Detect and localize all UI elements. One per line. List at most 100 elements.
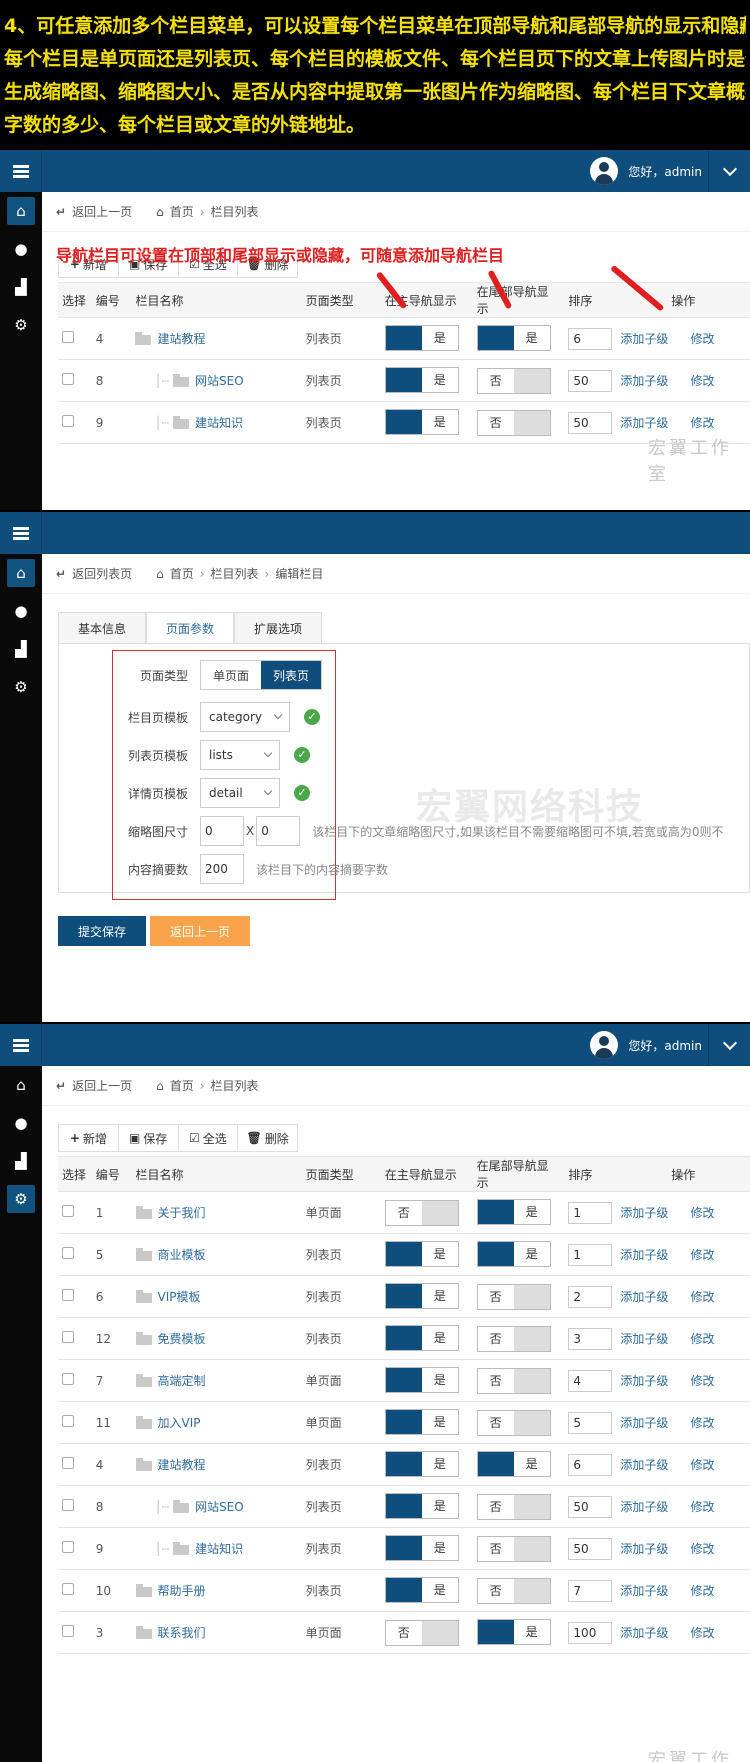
sort-input[interactable]: 50 — [568, 369, 613, 392]
sidebar-item-home[interactable]: ⌂ — [0, 192, 42, 230]
top-nav-switch[interactable]: 是 — [384, 1492, 459, 1519]
submit-button[interactable]: 提交保存 — [58, 916, 146, 946]
top-nav-switch[interactable]: 是 — [384, 1366, 459, 1393]
edit-link[interactable]: 修改 — [690, 1584, 714, 1598]
sidebar-item-home[interactable]: ⌂ — [0, 1066, 42, 1104]
user-menu[interactable]: 您好，admin — [590, 1028, 702, 1062]
bottom-nav-switch[interactable]: 否 — [476, 409, 551, 436]
sidebar-item-settings[interactable]: ⚙ — [0, 668, 42, 706]
row-name[interactable]: 帮助手册 — [158, 1584, 206, 1598]
top-nav-switch[interactable]: 是 — [384, 408, 459, 435]
sort-input[interactable]: 5 — [568, 1411, 613, 1434]
menu-toggle[interactable] — [0, 1024, 42, 1066]
top-nav-switch[interactable]: 是 — [384, 366, 459, 393]
sidebar-item-plugin[interactable]: ▟ — [0, 268, 42, 306]
top-nav-switch[interactable]: 是 — [384, 324, 459, 351]
edit-link[interactable]: 修改 — [690, 1206, 714, 1220]
tab-page-params[interactable]: 页面参数 — [146, 612, 234, 644]
row-checkbox[interactable] — [62, 1541, 74, 1553]
bottom-nav-switch[interactable]: 否 — [476, 1535, 551, 1562]
sidebar-item-settings[interactable]: ⚙ — [0, 1180, 42, 1218]
sidebar-item-plugin[interactable]: ▟ — [0, 1142, 42, 1180]
breadcrumb-list[interactable]: 栏目列表 — [211, 565, 259, 582]
row-name[interactable]: 建站教程 — [158, 1458, 206, 1472]
add-button[interactable]: + 新增 — [59, 1125, 119, 1151]
row-checkbox[interactable] — [62, 1247, 74, 1259]
row-name[interactable]: 免费模板 — [158, 1332, 206, 1346]
add-child-link[interactable]: 添加子级 — [620, 1500, 668, 1514]
sidebar-item-user[interactable]: ● — [0, 1104, 42, 1142]
add-child-link[interactable]: 添加子级 — [620, 332, 668, 346]
top-nav-switch[interactable]: 是 — [384, 1534, 459, 1561]
row-checkbox[interactable] — [62, 373, 74, 385]
row-name[interactable]: 联系我们 — [158, 1626, 206, 1640]
row-name[interactable]: 建站教程 — [157, 332, 205, 346]
tab-extended-options[interactable]: 扩展选项 — [234, 612, 322, 644]
edit-link[interactable]: 修改 — [690, 1416, 714, 1430]
top-nav-switch[interactable]: 是 — [384, 1576, 459, 1603]
sort-input[interactable]: 2 — [568, 1285, 613, 1308]
bottom-nav-switch[interactable]: 否 — [476, 1493, 551, 1520]
breadcrumb-home[interactable]: 首页 — [170, 565, 194, 582]
user-dropdown-toggle[interactable] — [708, 150, 750, 192]
edit-link[interactable]: 修改 — [690, 1248, 714, 1262]
row-checkbox[interactable] — [62, 1625, 74, 1637]
edit-link[interactable]: 修改 — [690, 1374, 714, 1388]
breadcrumb-back-link[interactable]: 返回列表页 — [72, 565, 132, 582]
row-checkbox[interactable] — [62, 1499, 74, 1511]
breadcrumb-back-link[interactable]: 返回上一页 — [72, 203, 132, 220]
add-child-link[interactable]: 添加子级 — [620, 1290, 668, 1304]
row-name[interactable]: 建站知识 — [195, 1542, 243, 1556]
tab-basic-info[interactable]: 基本信息 — [58, 612, 146, 644]
row-name[interactable]: 网站SEO — [195, 374, 244, 388]
breadcrumb-home[interactable]: 首页 — [170, 203, 194, 220]
bottom-nav-switch[interactable]: 是 — [476, 324, 551, 351]
breadcrumb-back-link[interactable]: 返回上一页 — [72, 1077, 132, 1094]
bottom-nav-switch[interactable]: 否 — [476, 1367, 551, 1394]
add-child-link[interactable]: 添加子级 — [620, 1626, 668, 1640]
bottom-nav-switch[interactable]: 是 — [476, 1450, 551, 1477]
row-checkbox[interactable] — [62, 1331, 74, 1343]
add-child-link[interactable]: 添加子级 — [620, 1458, 668, 1472]
summary-count-input[interactable]: 200 — [200, 854, 244, 884]
thumb-height-input[interactable]: 0 — [256, 816, 301, 846]
sort-input[interactable]: 100 — [568, 1621, 613, 1644]
detail-template-select[interactable]: detail — [200, 778, 280, 808]
row-checkbox[interactable] — [62, 1205, 74, 1217]
top-nav-switch[interactable]: 是 — [384, 1324, 459, 1351]
sidebar-item-settings[interactable]: ⚙ — [0, 306, 42, 344]
sidebar-item-home[interactable]: ⌂ — [0, 554, 42, 592]
top-nav-switch[interactable]: 否 — [384, 1199, 459, 1226]
edit-link[interactable]: 修改 — [690, 1626, 714, 1640]
sort-input[interactable]: 50 — [568, 1495, 613, 1518]
top-nav-switch[interactable]: 是 — [384, 1240, 459, 1267]
top-nav-switch[interactable]: 否 — [384, 1619, 459, 1646]
add-child-link[interactable]: 添加子级 — [620, 416, 668, 430]
bottom-nav-switch[interactable]: 是 — [476, 1618, 551, 1645]
back-button[interactable]: 返回上一页 — [150, 916, 250, 946]
bottom-nav-switch[interactable]: 否 — [476, 1577, 551, 1604]
edit-link[interactable]: 修改 — [690, 1458, 714, 1472]
sidebar-item-plugin[interactable]: ▟ — [0, 630, 42, 668]
top-nav-switch[interactable]: 是 — [384, 1282, 459, 1309]
breadcrumb-home[interactable]: 首页 — [170, 1077, 194, 1094]
delete-button[interactable]: 🗑 删除 — [238, 1125, 297, 1151]
bottom-nav-switch[interactable]: 是 — [476, 1240, 551, 1267]
sidebar-item-user[interactable]: ● — [0, 592, 42, 630]
row-checkbox[interactable] — [62, 1289, 74, 1301]
sidebar-item-user[interactable]: ● — [0, 230, 42, 268]
top-nav-switch[interactable]: 是 — [384, 1450, 459, 1477]
row-name[interactable]: 网站SEO — [195, 1500, 244, 1514]
sort-input[interactable]: 1 — [568, 1201, 613, 1224]
sort-input[interactable]: 50 — [568, 411, 613, 434]
sort-input[interactable]: 3 — [568, 1327, 613, 1350]
sort-input[interactable]: 6 — [568, 327, 613, 350]
sort-input[interactable]: 50 — [568, 1537, 613, 1560]
thumb-width-input[interactable]: 0 — [200, 816, 244, 846]
sort-input[interactable]: 6 — [568, 1453, 613, 1476]
menu-toggle[interactable] — [0, 150, 42, 192]
edit-link[interactable]: 修改 — [690, 332, 714, 346]
row-name[interactable]: VIP模板 — [158, 1290, 201, 1304]
bottom-nav-switch[interactable]: 否 — [476, 1325, 551, 1352]
user-menu[interactable]: 您好，admin — [590, 154, 702, 188]
